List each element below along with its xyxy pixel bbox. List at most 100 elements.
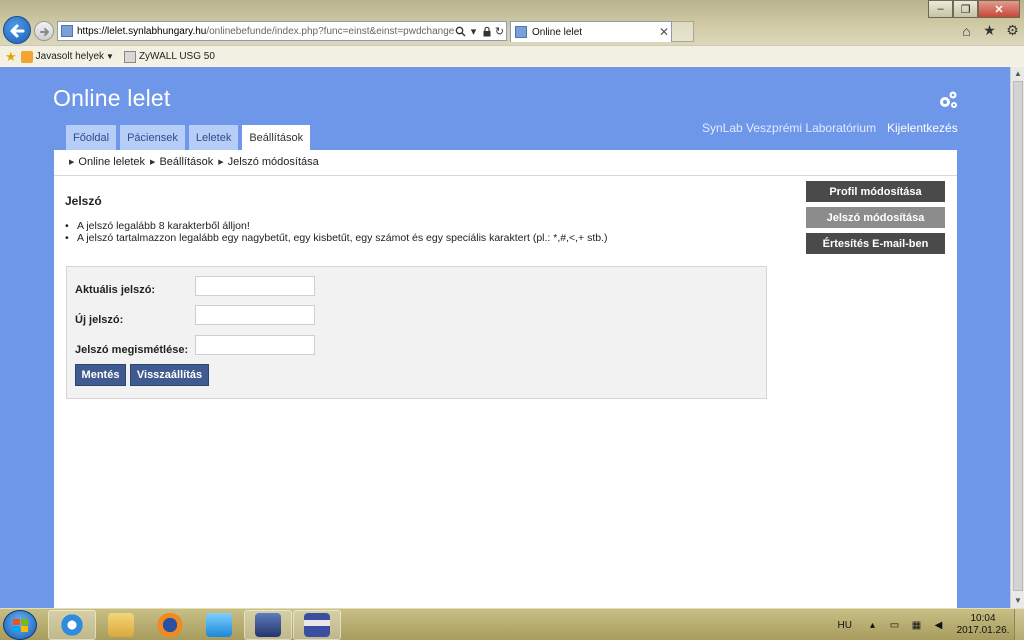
new-tab-button[interactable] <box>672 21 694 42</box>
url-host: https://lelet.synlabhungary.hu <box>77 25 207 37</box>
network-icon[interactable]: ▦ <box>910 619 923 632</box>
clock-time: 10:04 <box>970 613 996 624</box>
window-controls: – ❐ ✕ <box>928 0 1020 18</box>
rule-item: • A jelszó tartalmazzon legalább egy nagy… <box>65 232 608 244</box>
tray-expand-icon[interactable]: ▴ <box>866 619 879 632</box>
breadcrumb-password-change: Jelszó módosítása <box>227 156 319 168</box>
password-form: Aktuális jelszó: Új jelszó: Jelszó megis… <box>66 266 767 399</box>
rule-item: • A jelszó legalább 8 karakterből álljon! <box>65 220 250 232</box>
browser-toolbar: ⌂ ★ ⚙ <box>959 22 1020 39</box>
repeat-password-label: Jelszó megismétlése: <box>75 344 189 356</box>
section-title: Jelszó <box>65 194 102 208</box>
logout-link[interactable]: Kijelentkezés <box>887 121 958 135</box>
tab-title: Online lelet <box>532 26 583 38</box>
firefox-icon <box>157 613 183 637</box>
internet-explorer-icon <box>59 613 85 637</box>
minimize-button[interactable]: – <box>928 0 953 18</box>
show-desktop-button[interactable] <box>1014 609 1024 640</box>
chevron-down-icon[interactable]: ▼ <box>106 52 114 61</box>
site-title: Online lelet <box>53 85 171 111</box>
tab-settings[interactable]: Beállítások <box>242 125 311 150</box>
tab-favicon-icon <box>515 26 527 38</box>
close-window-button[interactable]: ✕ <box>978 0 1020 18</box>
volume-icon[interactable]: ◀ <box>932 619 945 632</box>
save-button[interactable]: Mentés <box>75 364 126 386</box>
content-panel: ▶ Online leletek ▶ Beállítások ▶ Jelszó … <box>54 150 957 608</box>
address-bar[interactable]: https://lelet.synlabhungary.hu/onlinebef… <box>57 21 507 41</box>
site-favicon-icon <box>61 25 73 37</box>
maximize-button[interactable]: ❐ <box>953 0 978 18</box>
taskbar-media-player[interactable] <box>195 610 243 640</box>
scroll-thumb[interactable] <box>1013 81 1023 591</box>
rule-text: A jelszó legalább 8 karakterből álljon! <box>77 220 250 232</box>
repeat-password-field[interactable] <box>195 335 315 355</box>
taskbar: HU ▴ ▭ ▦ ◀ 10:04 2017.01.26. <box>0 608 1024 640</box>
web-page: Online lelet SynLab Veszprémi Laboratóri… <box>0 67 1010 608</box>
breadcrumb-arrow-icon: ▶ <box>69 159 75 166</box>
taskbar-firefox[interactable] <box>146 610 194 640</box>
profile-edit-button[interactable]: Profil módosítása <box>806 181 945 202</box>
power-icon[interactable]: ▭ <box>888 619 901 632</box>
new-password-field[interactable] <box>195 305 315 325</box>
breadcrumb-online-results[interactable]: Online leletek <box>78 156 145 168</box>
favorites-star-icon[interactable]: ★ <box>5 49 17 65</box>
password-rules: • A jelszó legalább 8 karakterből álljon!… <box>65 220 608 244</box>
breadcrumb-arrow-icon: ▶ <box>218 159 224 166</box>
file-explorer-icon <box>108 613 134 637</box>
back-button[interactable] <box>3 16 31 44</box>
taskbar-file-explorer[interactable] <box>97 610 145 640</box>
breadcrumb: ▶ Online leletek ▶ Beállítások ▶ Jelszó … <box>69 156 324 168</box>
breadcrumb-divider <box>54 175 957 176</box>
new-password-label: Új jelszó: <box>75 314 124 326</box>
favorites-bar: ★ Javasolt helyek ▼ ZyWALL USG 50 <box>0 45 1024 67</box>
reset-button[interactable]: Visszaállítás <box>130 364 209 386</box>
tab-results[interactable]: Leletek <box>188 125 239 150</box>
gear-icon[interactable]: ⚙ <box>1005 22 1020 38</box>
network-tool-icon <box>255 613 281 637</box>
favorite-zywall[interactable]: ZyWALL USG 50 <box>139 51 215 62</box>
tab-home[interactable]: Főoldal <box>66 125 117 150</box>
scroll-up-icon[interactable]: ▲ <box>1012 67 1024 81</box>
taskbar-save-app[interactable] <box>293 610 341 640</box>
breadcrumb-arrow-icon: ▶ <box>150 159 156 166</box>
lab-name: SynLab Veszprémi Laboratórium <box>702 121 877 135</box>
taskbar-network-tool[interactable] <box>244 610 292 640</box>
browser-chrome: https://lelet.synlabhungary.hu/onlinebef… <box>0 0 1024 67</box>
save-disk-icon <box>304 613 330 637</box>
system-tray: HU ▴ ▭ ▦ ◀ 10:04 2017.01.26. <box>838 609 1024 640</box>
refresh-icon[interactable]: ↻ <box>493 24 506 38</box>
rule-text: A jelszó tartalmazzon legalább egy nagyb… <box>77 232 608 244</box>
vertical-scrollbar[interactable]: ▲ ▼ <box>1010 67 1024 608</box>
forward-arrow-icon <box>40 28 49 36</box>
star-icon[interactable]: ★ <box>982 22 997 38</box>
search-icon[interactable] <box>454 24 467 38</box>
taskbar-internet-explorer[interactable] <box>48 610 96 640</box>
settings-gears-icon[interactable] <box>937 89 959 111</box>
password-change-button[interactable]: Jelszó módosítása <box>806 207 945 228</box>
browser-tab[interactable]: Online lelet ✕ <box>510 21 672 42</box>
media-player-icon <box>206 613 232 637</box>
start-button[interactable] <box>3 610 37 640</box>
language-indicator[interactable]: HU <box>838 620 852 631</box>
address-url[interactable]: https://lelet.synlabhungary.hu/onlinebef… <box>77 26 454 37</box>
suggested-sites-icon <box>20 50 33 63</box>
current-password-field[interactable] <box>195 276 315 296</box>
current-password-label: Aktuális jelszó: <box>75 284 156 296</box>
favorite-suggested-sites[interactable]: Javasolt helyek <box>36 51 104 62</box>
windows-logo-icon <box>13 619 28 632</box>
email-notification-button[interactable]: Értesítés E-mail-ben <box>806 233 945 254</box>
tab-patients[interactable]: Páciensek <box>120 125 185 150</box>
home-icon[interactable]: ⌂ <box>959 23 974 39</box>
clock[interactable]: 10:04 2017.01.26. <box>954 613 1012 637</box>
lock-icon[interactable] <box>480 24 493 38</box>
clock-date: 2017.01.26. <box>956 625 1010 636</box>
forward-button[interactable] <box>34 21 54 41</box>
site-tabs: Főoldal Páciensek Leletek Beállítások <box>66 125 311 150</box>
breadcrumb-settings[interactable]: Beállítások <box>159 156 213 168</box>
zywall-favicon-icon <box>123 50 136 63</box>
dropdown-caret-icon[interactable]: ▾ <box>467 24 480 38</box>
scroll-down-icon[interactable]: ▼ <box>1012 594 1024 608</box>
tab-close-icon[interactable]: ✕ <box>657 25 671 39</box>
back-arrow-icon <box>10 24 25 38</box>
url-path: /onlinebefunde/index.php?func=einst&eins… <box>206 25 454 37</box>
